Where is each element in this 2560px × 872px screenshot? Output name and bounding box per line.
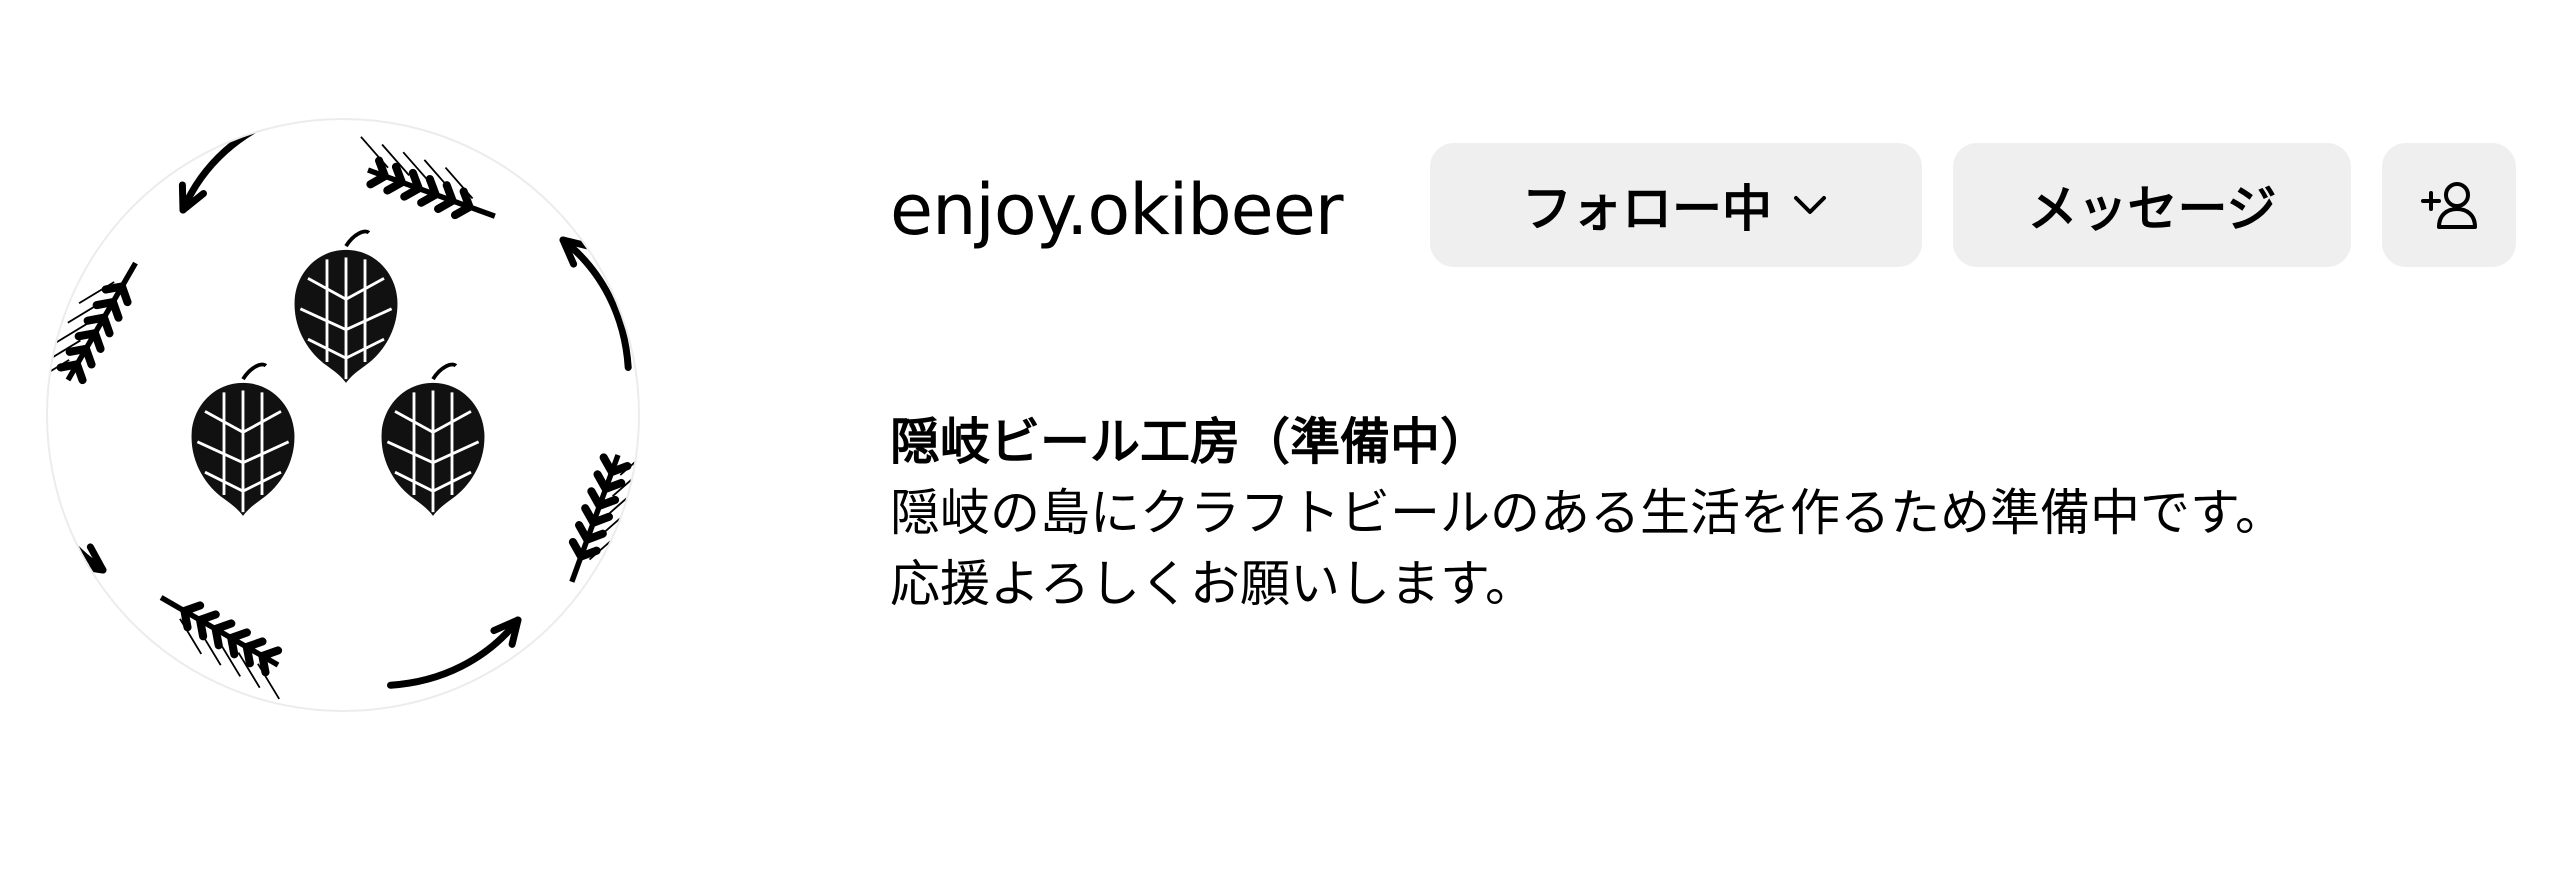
message-button-label: メッセージ xyxy=(2027,180,2277,238)
add-user-button[interactable] xyxy=(2382,143,2516,267)
following-button[interactable]: フォロー中 xyxy=(1430,143,1922,267)
chevron-down-icon xyxy=(1794,196,1826,214)
message-button[interactable]: メッセージ xyxy=(1953,143,2351,267)
profile-avatar[interactable] xyxy=(48,120,638,710)
bio-text-line: 隠岐の島にクラフトビールのある生活を作るため準備中です。 xyxy=(890,484,2285,542)
hops-and-barley-logo-icon xyxy=(48,120,638,710)
bio-text-line: 応援よろしくお願いします。 xyxy=(890,555,1535,613)
add-user-icon xyxy=(2421,182,2477,229)
profile-username: enjoy.okibeer xyxy=(890,169,1344,251)
bio-display-name: 隠岐ビール工房（準備中） xyxy=(890,413,1490,471)
profile-header: enjoy.okibeer フォロー中 メッセージ 隠岐ビール工房（準備中） 隠… xyxy=(0,0,2560,872)
following-button-label: フォロー中 xyxy=(1522,180,1772,238)
